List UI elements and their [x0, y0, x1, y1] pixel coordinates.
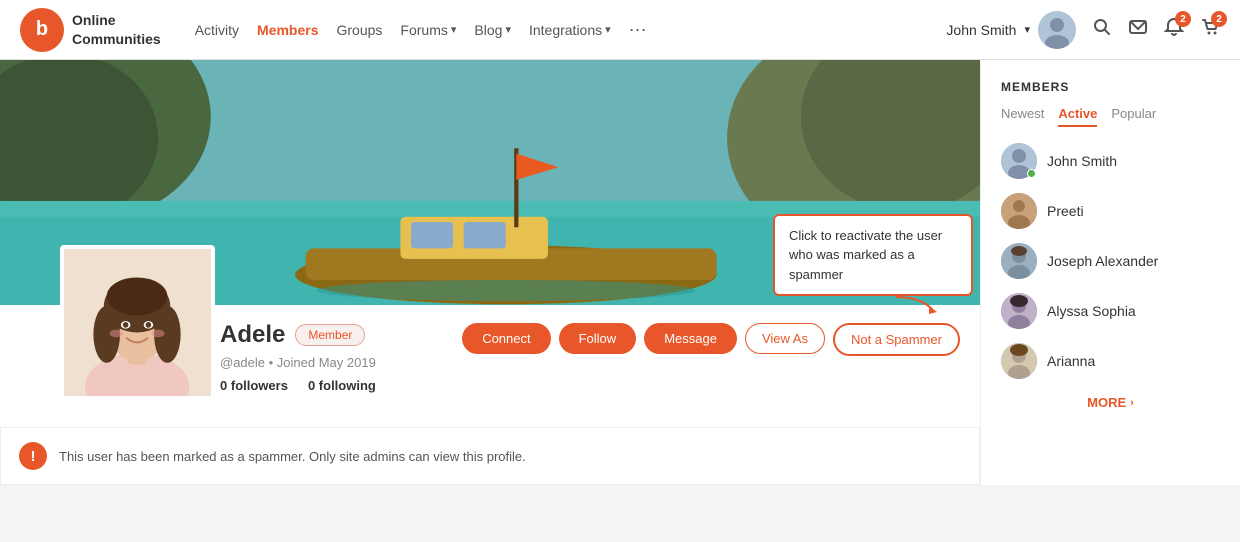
- profile-avatar-svg: [64, 245, 211, 400]
- nav-activity[interactable]: Activity: [195, 22, 239, 38]
- profile-actions: Connect Follow Message View As Click to …: [462, 323, 960, 356]
- nav-groups[interactable]: Groups: [337, 22, 383, 38]
- followers-stat: 0 followers: [220, 378, 288, 393]
- messages-button[interactable]: [1128, 17, 1148, 42]
- brand-logo-icon: b: [20, 8, 64, 52]
- member-name-john: John Smith: [1047, 153, 1117, 169]
- member-list: John Smith Preeti Joseph Alexander: [1001, 143, 1220, 379]
- profile-avatar-image: [64, 249, 211, 396]
- profile-handle: @adele • Joined May 2019: [220, 355, 446, 370]
- member-name-joseph: Joseph Alexander: [1047, 253, 1158, 269]
- spammer-alert-icon: !: [19, 442, 47, 470]
- following-stat: 0 following: [308, 378, 376, 393]
- sidebar-title: MEMBERS: [1001, 80, 1220, 94]
- profile-details: Adele Member @adele • Joined May 2019 0 …: [220, 321, 446, 393]
- profile-name-row: Adele Member: [220, 321, 446, 349]
- member-avatar-img-preeti: [1001, 193, 1037, 229]
- member-avatar-preeti: [1001, 193, 1037, 229]
- follow-button[interactable]: Follow: [559, 323, 637, 354]
- message-button[interactable]: Message: [644, 323, 737, 354]
- user-avatar-svg: [1038, 11, 1076, 49]
- cover-wrap: Adele Member @adele • Joined May 2019 0 …: [0, 60, 980, 485]
- view-as-button[interactable]: View As: [745, 323, 825, 354]
- profile-name: Adele: [220, 321, 285, 349]
- search-button[interactable]: [1092, 17, 1112, 42]
- user-avatar-nav: [1038, 11, 1076, 49]
- member-avatar-joseph: [1001, 243, 1037, 279]
- member-name-arianna: Arianna: [1047, 353, 1095, 369]
- more-chevron-icon: ›: [1130, 397, 1134, 409]
- member-avatar-john: [1001, 143, 1037, 179]
- member-avatar-img-alyssa: [1001, 293, 1037, 329]
- member-name-alyssa: Alyssa Sophia: [1047, 303, 1136, 319]
- user-menu[interactable]: John Smith ▾: [946, 11, 1076, 49]
- online-indicator-john: [1027, 169, 1036, 178]
- nav-integrations[interactable]: Integrations ▾: [529, 22, 611, 38]
- tab-newest[interactable]: Newest: [1001, 106, 1044, 127]
- sidebar: MEMBERS Newest Active Popular John Smith: [980, 60, 1240, 485]
- member-item-arianna[interactable]: Arianna: [1001, 343, 1220, 379]
- profile-stats: 0 followers 0 following: [220, 378, 446, 393]
- spammer-notice: ! This user has been marked as a spammer…: [0, 427, 980, 485]
- blog-chevron-icon: ▾: [505, 23, 511, 36]
- notifications-badge: 2: [1175, 11, 1191, 27]
- nav-blog[interactable]: Blog ▾: [474, 22, 511, 38]
- forums-chevron-icon: ▾: [451, 23, 457, 36]
- nav-links: Activity Members Groups Forums ▾ Blog ▾ …: [195, 19, 647, 40]
- spammer-notice-text: This user has been marked as a spammer. …: [59, 449, 526, 464]
- member-avatar-img-arianna: [1001, 343, 1037, 379]
- navbar: b Online Communities Activity Members Gr…: [0, 0, 1240, 60]
- member-item-joseph[interactable]: Joseph Alexander: [1001, 243, 1220, 279]
- cart-badge: 2: [1211, 11, 1227, 27]
- callout-box: Click to reactivate the user who was mar…: [773, 214, 973, 297]
- member-avatar-arianna: [1001, 343, 1037, 379]
- notifications-button[interactable]: 2: [1164, 17, 1184, 42]
- member-avatar-img-joseph: [1001, 243, 1037, 279]
- callout-arrow-icon: [891, 292, 941, 314]
- profile-avatar-wrap: [60, 245, 215, 400]
- main-content: Adele Member @adele • Joined May 2019 0 …: [0, 60, 980, 485]
- page-layout: Adele Member @adele • Joined May 2019 0 …: [0, 60, 1240, 485]
- member-badge: Member: [295, 324, 365, 346]
- profile-info-row: Adele Member @adele • Joined May 2019 0 …: [0, 305, 980, 425]
- sidebar-more-button[interactable]: MORE ›: [1001, 395, 1220, 410]
- not-spammer-wrap: Click to reactivate the user who was mar…: [833, 323, 960, 356]
- user-menu-chevron-icon: ▾: [1024, 23, 1030, 36]
- member-item-alyssa[interactable]: Alyssa Sophia: [1001, 293, 1220, 329]
- nav-members[interactable]: Members: [257, 22, 318, 38]
- member-avatar-alyssa: [1001, 293, 1037, 329]
- user-name-display: John Smith: [946, 22, 1016, 38]
- integrations-chevron-icon: ▾: [605, 23, 611, 36]
- navbar-right: John Smith ▾ 2 2: [946, 11, 1220, 49]
- not-spammer-button[interactable]: Not a Spammer: [833, 323, 960, 356]
- member-item-preeti[interactable]: Preeti: [1001, 193, 1220, 229]
- tab-popular[interactable]: Popular: [1111, 106, 1156, 127]
- tab-active[interactable]: Active: [1058, 106, 1097, 127]
- nav-forums[interactable]: Forums ▾: [400, 22, 456, 38]
- member-item-john[interactable]: John Smith: [1001, 143, 1220, 179]
- cart-button[interactable]: 2: [1200, 17, 1220, 42]
- brand-name: Online Communities: [72, 11, 161, 47]
- sidebar-tabs: Newest Active Popular: [1001, 106, 1220, 127]
- nav-more-button[interactable]: ···: [629, 19, 647, 40]
- connect-button[interactable]: Connect: [462, 323, 550, 354]
- brand-logo-link[interactable]: b Online Communities: [20, 8, 161, 52]
- member-name-preeti: Preeti: [1047, 203, 1084, 219]
